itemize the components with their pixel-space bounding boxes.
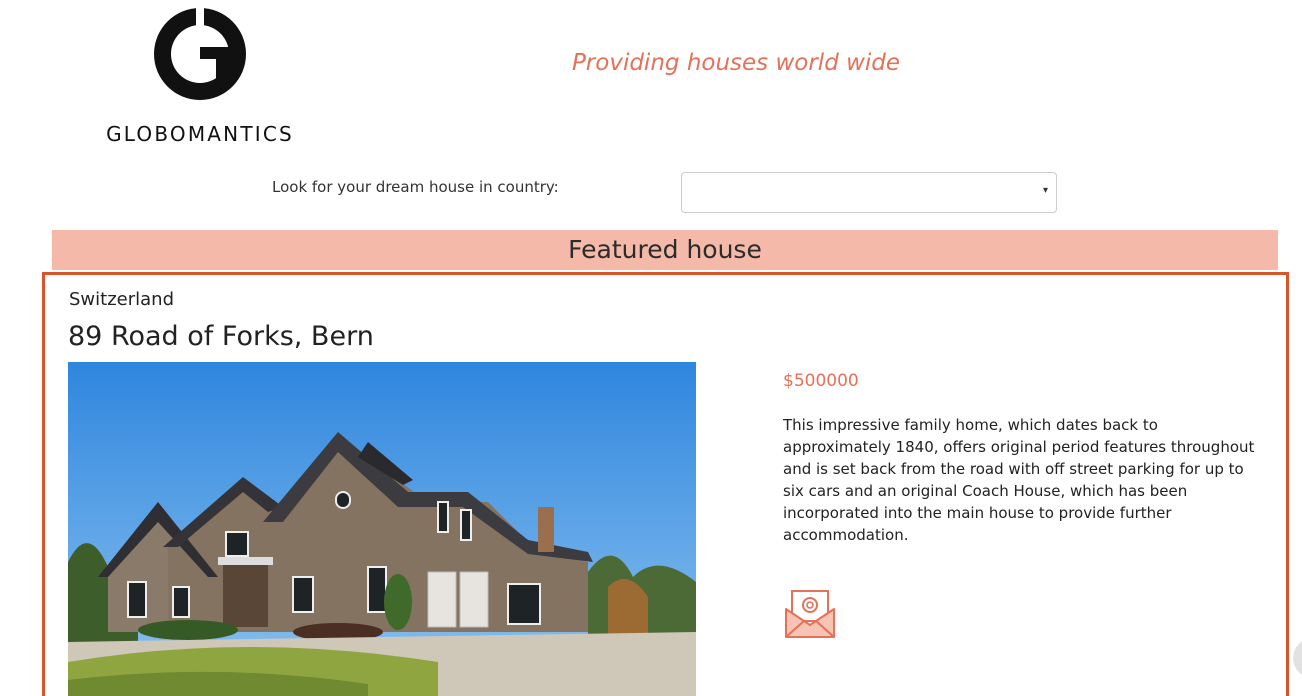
email-envelope-icon[interactable] [782,585,838,641]
logo[interactable]: GLOBOMANTICS [96,6,304,146]
house-address: 89 Road of Forks, Bern [68,321,374,352]
page: GLOBOMANTICS Providing houses world wide… [0,0,1302,696]
house-description: This impressive family home, which dates… [783,416,1255,544]
tagline: Providing houses world wide [571,50,901,76]
country-search-label: Look for your dream house in country: [272,178,559,196]
featured-house-card: Switzerland 89 Road of Forks, Bern $5000… [42,272,1289,696]
scroll-to-top-button[interactable] [1293,638,1302,678]
house-country: Switzerland [69,289,174,310]
country-select[interactable]: ▾ [681,172,1057,213]
chevron-down-icon: ▾ [1042,185,1048,196]
featured-house-heading-bar: Featured house [52,230,1278,270]
brand-name: GLOBOMANTICS [106,122,294,146]
featured-house-heading: Featured house [568,235,762,264]
globomantics-g-icon [154,6,246,100]
house-price: $500000 [783,371,859,391]
house-photo [68,362,696,696]
